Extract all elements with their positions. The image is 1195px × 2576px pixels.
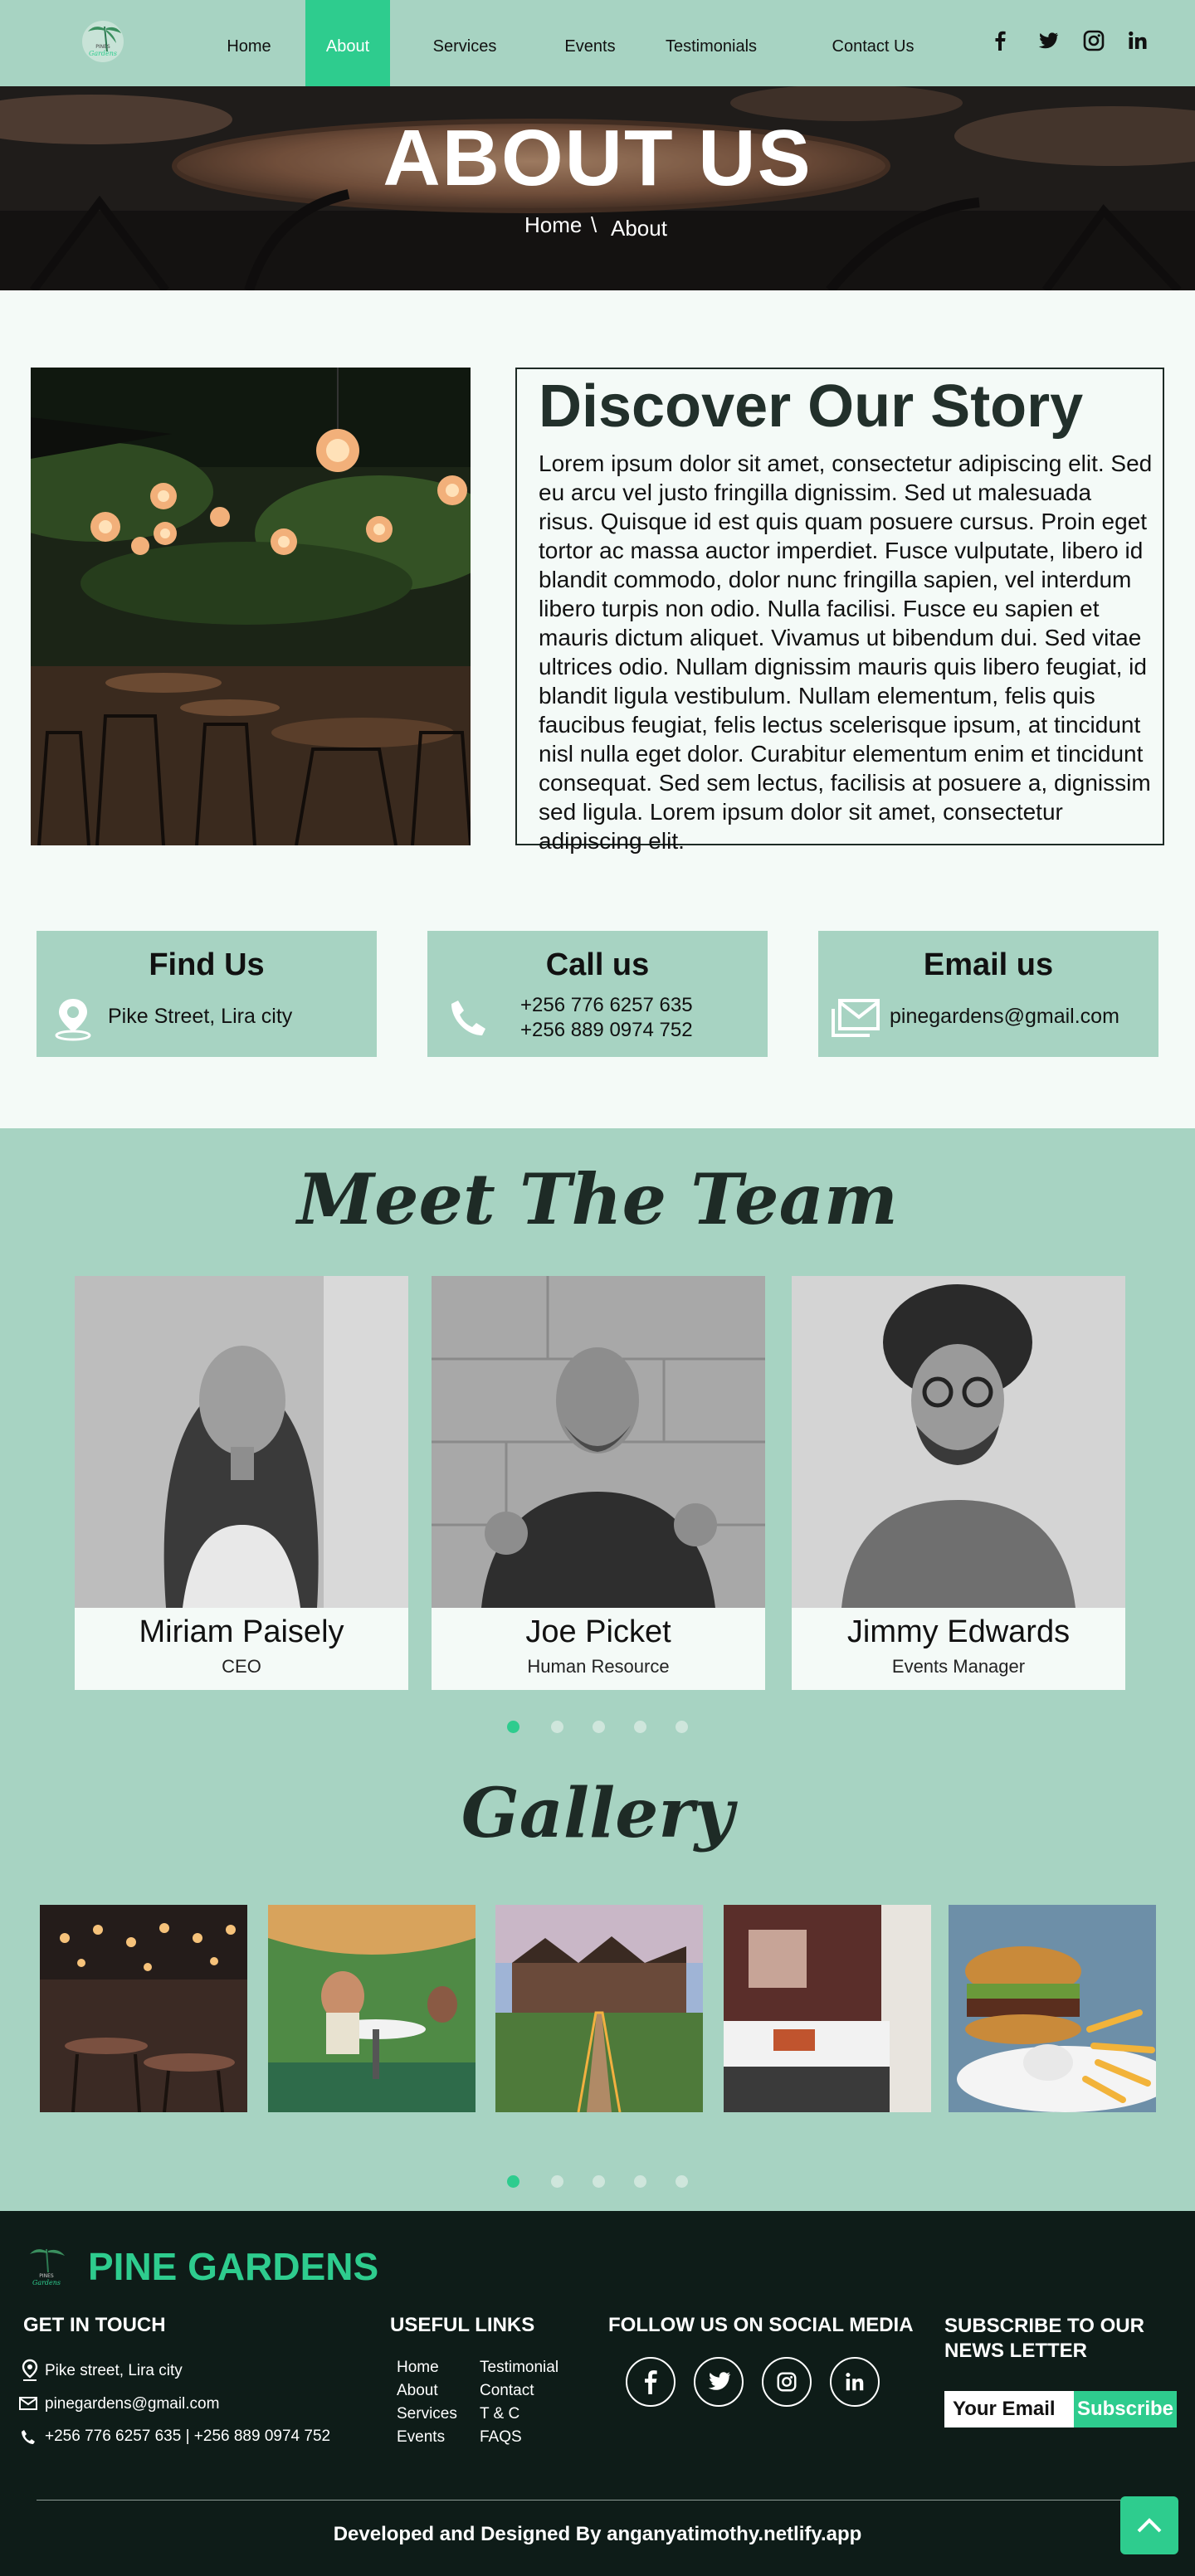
gallery-heading: Gallery <box>461 1774 734 1853</box>
twitter-icon[interactable] <box>694 2357 744 2407</box>
email-us-address[interactable]: pinegardens@gmail.com <box>890 1005 1119 1029</box>
page-title: ABOUT US <box>383 114 812 202</box>
instagram-icon[interactable] <box>762 2357 812 2407</box>
team-member-card: Jimmy Edwards Events Manager <box>792 1276 1125 1690</box>
nav-testimonials[interactable]: Testimonials <box>656 0 767 86</box>
instagram-icon[interactable] <box>1081 28 1106 53</box>
team-member-photo <box>792 1276 1125 1608</box>
top-navbar: PINES Gardens Home About Services Events… <box>0 0 1195 86</box>
nav-events[interactable]: Events <box>556 0 624 86</box>
location-pin-icon <box>22 2359 38 2381</box>
footer-credit: Developed and Designed By anganyatimothy… <box>333 2523 862 2545</box>
team-member-photo <box>432 1276 765 1608</box>
team-member-photo <box>75 1276 408 1608</box>
chevron-up-icon <box>1137 2518 1162 2533</box>
call-us-title: Call us <box>545 947 650 982</box>
newsletter-email-input[interactable]: Your Email <box>944 2391 1074 2427</box>
gallery-carousel-dot[interactable] <box>507 2175 519 2188</box>
email-us-card: Email us pinegardens@gmail.com <box>818 931 1158 1057</box>
newsletter-heading: SUBSCRIBE TO OUR NEWS LETTER <box>944 2315 1144 2362</box>
footer-link-testimonial[interactable]: Testimonial <box>480 2359 558 2377</box>
team-carousel-dot[interactable] <box>551 1721 563 1733</box>
phone-icon <box>22 2430 35 2444</box>
useful-links-heading: USEFUL LINKS <box>390 2314 535 2336</box>
gallery-carousel-dot[interactable] <box>634 2175 646 2188</box>
gallery-image[interactable] <box>724 1905 931 2112</box>
team-carousel-dot[interactable] <box>507 1721 519 1733</box>
footer-link-home[interactable]: Home <box>397 2359 439 2377</box>
hero-banner: ABOUT US Home \ About <box>0 86 1195 290</box>
gallery-image[interactable] <box>949 1905 1156 2112</box>
gallery-image[interactable] <box>268 1905 476 2112</box>
facebook-icon[interactable] <box>626 2357 676 2407</box>
facebook-icon[interactable] <box>988 28 1012 53</box>
linkedin-icon[interactable] <box>1125 28 1150 53</box>
call-us-phone-1[interactable]: +256 776 6257 635 <box>520 994 693 1017</box>
phone-icon <box>451 1001 485 1035</box>
gallery-carousel-dot[interactable] <box>593 2175 605 2188</box>
footer-link-contact[interactable]: Contact <box>480 2382 534 2400</box>
pine-gardens-logo[interactable]: PINES Gardens <box>76 17 129 66</box>
location-pin-icon <box>55 999 91 1041</box>
team-member-card: Miriam Paisely CEO <box>75 1276 408 1690</box>
team-heading: Meet The Team <box>297 1158 898 1240</box>
scroll-to-top-button[interactable] <box>1120 2496 1178 2554</box>
nav-services[interactable]: Services <box>418 0 511 86</box>
twitter-icon[interactable] <box>1036 28 1061 53</box>
footer-logo[interactable]: PINES Gardens <box>23 2241 70 2287</box>
find-us-address: Pike Street, Lira city <box>108 1005 293 1028</box>
svg-text:PINES: PINES <box>95 44 110 50</box>
nav-home[interactable]: Home <box>214 0 284 86</box>
team-carousel-dot[interactable] <box>634 1721 646 1733</box>
nav-contact-us[interactable]: Contact Us <box>823 0 923 86</box>
email-us-title: Email us <box>923 947 1054 982</box>
story-heading: Discover Our Story <box>539 373 1084 440</box>
team-member-name: Miriam Paisely <box>139 1614 344 1649</box>
gallery-carousel-dot[interactable] <box>676 2175 688 2188</box>
footer-link-terms[interactable]: T & C <box>480 2405 519 2423</box>
garden-restaurant-photo <box>31 368 471 845</box>
footer-phones: +256 776 6257 635 | +256 889 0974 752 <box>45 2427 331 2445</box>
footer-email[interactable]: pinegardens@gmail.com <box>45 2395 219 2413</box>
envelope-icon <box>832 999 880 1037</box>
envelope-icon <box>19 2397 37 2410</box>
team-carousel-dot[interactable] <box>676 1721 688 1733</box>
linkedin-icon[interactable] <box>830 2357 880 2407</box>
footer-address: Pike street, Lira city <box>45 2362 183 2379</box>
team-carousel-dot[interactable] <box>593 1721 605 1733</box>
footer-link-faqs[interactable]: FAQS <box>480 2428 522 2447</box>
story-paragraph: Lorem ipsum dolor sit amet, consectetur … <box>539 450 1153 854</box>
story-section: Discover Our Story Lorem ipsum dolor sit… <box>515 368 1164 854</box>
call-us-card: Call us +256 776 6257 635 +256 889 0974 … <box>427 931 768 1057</box>
svg-text:PINES: PINES <box>39 2273 54 2279</box>
get-in-touch-heading: GET IN TOUCH <box>23 2314 166 2336</box>
footer-divider <box>37 2500 1154 2501</box>
find-us-title: Find Us <box>149 947 265 982</box>
footer-brand: PINE GARDENS <box>88 2245 379 2288</box>
gallery-carousel-dot[interactable] <box>551 2175 563 2188</box>
breadcrumb-home[interactable]: Home <box>524 212 582 238</box>
nav-about[interactable]: About <box>305 0 390 86</box>
team-member-role: Events Manager <box>891 1656 1026 1677</box>
call-us-phone-2[interactable]: +256 889 0974 752 <box>520 1019 693 1042</box>
footer-link-services[interactable]: Services <box>397 2405 457 2423</box>
team-member-role: CEO <box>222 1656 261 1677</box>
team-member-name: Joe Picket <box>525 1614 671 1649</box>
team-member-card: Joe Picket Human Resource <box>432 1276 765 1690</box>
breadcrumb-current: About <box>611 216 667 241</box>
gallery-image[interactable] <box>495 1905 703 2112</box>
footer-link-about[interactable]: About <box>397 2382 438 2400</box>
team-member-name: Jimmy Edwards <box>846 1614 1071 1649</box>
svg-text:Gardens: Gardens <box>32 2279 61 2286</box>
footer-link-events[interactable]: Events <box>397 2428 445 2447</box>
breadcrumb-separator: \ <box>591 212 598 237</box>
find-us-card: Find Us Pike Street, Lira city <box>37 931 377 1057</box>
svg-text:Gardens: Gardens <box>89 50 117 57</box>
team-member-role: Human Resource <box>527 1656 670 1677</box>
follow-us-heading: FOLLOW US ON SOCIAL MEDIA <box>608 2314 914 2336</box>
gallery-image[interactable] <box>40 1905 247 2112</box>
subscribe-button[interactable]: Subscribe <box>1074 2391 1177 2427</box>
